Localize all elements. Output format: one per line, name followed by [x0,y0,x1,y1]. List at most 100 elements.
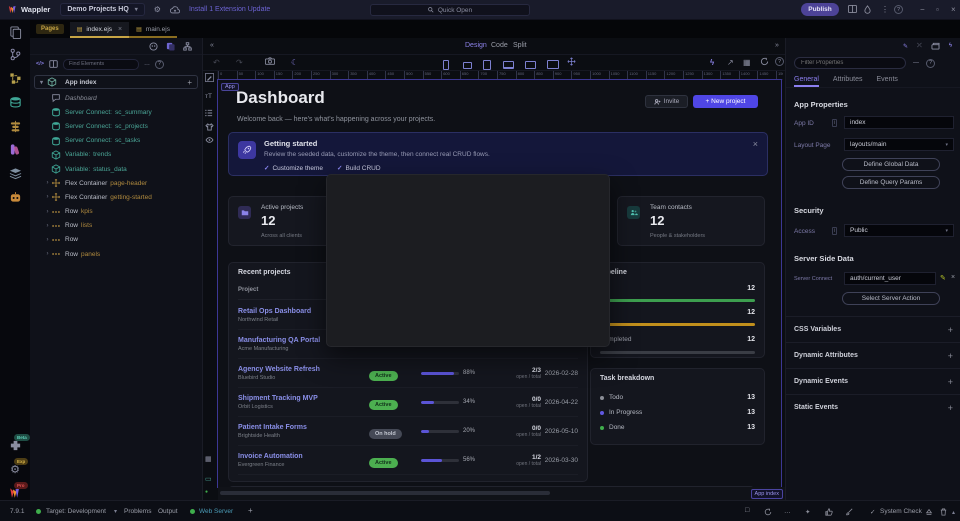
redo-icon[interactable]: ↷ [236,57,243,69]
minimize-icon[interactable]: — [913,60,919,66]
responsive-move-icon[interactable] [567,57,576,66]
check-item[interactable]: ✓Customize theme [264,164,323,172]
ruler-guides-icon[interactable]: ▭ [205,475,212,483]
close-icon[interactable]: × [753,139,758,149]
floating-popup-overlay[interactable] [326,174,610,347]
define-query-params-button[interactable]: Define Query Params [842,176,940,189]
window-close-icon[interactable]: × [951,5,956,15]
expand-plus-icon[interactable]: + [948,377,953,387]
project-row[interactable]: Invoice AutomationEvergreen FinanceActiv… [238,446,578,475]
grid-snap-icon[interactable]: ▦ [205,455,212,463]
stack-panels-icon[interactable] [931,42,940,50]
undo-icon[interactable]: ↶ [213,57,220,69]
quick-open-button[interactable]: Quick Open [370,4,530,16]
kebab-menu-icon[interactable]: ⋮ [881,5,889,15]
window-maximize-icon[interactable]: ▫ [936,5,939,15]
more-menu-icon[interactable]: … [144,61,150,67]
add-panel-icon[interactable]: + [248,506,253,515]
chevron-right-icon[interactable]: › [44,194,51,200]
layout-page-select[interactable]: layouts/main▾ [844,138,954,151]
chevron-right-icon[interactable]: › [44,237,51,243]
publish-button[interactable]: Publish [801,3,839,16]
tree-item[interactable]: ›Rowlists [30,219,202,233]
code-icon[interactable]: </> [36,61,44,67]
eject-icon[interactable] [925,508,933,516]
chevron-right-icon[interactable]: › [44,209,51,215]
device-desktop-icon[interactable] [525,61,536,69]
tree-item[interactable]: Server Connect:sc_summary [30,105,202,119]
project-name[interactable]: Invoice Automation [238,453,369,460]
app-id-input[interactable]: index [844,116,954,129]
edit-code-icon[interactable]: ✎ [903,43,908,50]
edit-pencil-icon[interactable] [205,73,214,82]
tree-item[interactable]: Dashboard [30,91,202,105]
tab-events[interactable]: Events [876,76,897,87]
system-check-label[interactable]: System Check [880,508,922,515]
extension-update-link[interactable]: Install 1 Extension Update [189,6,270,13]
find-elements-input[interactable] [63,59,139,70]
chevron-right-icon[interactable]: › [44,223,51,229]
dynamic-data-bolt-icon[interactable]: ϟ [710,57,714,69]
help-icon[interactable]: ? [894,5,903,14]
theme-shirt-icon[interactable] [205,123,214,131]
git-manager-icon[interactable] [7,46,23,62]
help-icon[interactable]: ? [926,59,935,68]
design-styles-icon[interactable] [7,141,23,157]
preview-eye-icon[interactable] [205,137,214,143]
expand-plus-icon[interactable]: + [948,351,953,361]
project-name[interactable]: Agency Website Refresh [238,366,369,373]
cloud-upload-icon[interactable] [170,6,180,14]
layout-columns-icon[interactable] [848,5,857,13]
page-preview[interactable]: App Dashboard Welcome back — here's what… [218,80,781,487]
section-dynamic-attributes[interactable]: Dynamic Attributes+ [786,342,960,368]
tree-item[interactable]: Server Connect:sc_tasks [30,134,202,148]
expand-plus-icon[interactable]: + [948,403,953,413]
tree-item[interactable]: Server Connect:sc_projects [30,119,202,133]
project-row[interactable]: Patient Intake FormsBrightside HealthOn … [238,417,578,446]
chevron-right-icon[interactable]: › [44,251,51,257]
expand-plus-icon[interactable]: + [948,325,953,335]
target-selector[interactable]: Target: Development [46,508,106,515]
typography-icon[interactable]: ᴛT [205,93,212,100]
reload-icon[interactable] [764,508,772,516]
section-css-variables[interactable]: CSS Variables+ [786,316,960,342]
refresh-icon[interactable] [760,57,769,66]
server-connect-input[interactable]: auth/current_user [844,272,936,285]
access-select[interactable]: Public▾ [844,224,954,237]
tree-item[interactable]: ›Row [30,233,202,247]
ai-helper-icon[interactable] [149,42,158,51]
project-name[interactable]: Patient Intake Forms [238,424,369,431]
chevron-down-icon[interactable]: ▾ [40,79,43,86]
tree-root-app-index[interactable]: ▾ App index + [34,75,198,89]
database-manager-icon[interactable] [7,94,23,110]
expand-right-icon[interactable]: » [775,42,779,49]
tab-index-ejs[interactable]: ▤ index.ejs × [70,22,129,38]
theme-droplet-icon[interactable] [864,5,871,14]
tree-item[interactable]: ›Flex Containergetting-started [30,190,202,204]
project-row[interactable]: Shipment Tracking MVPOrbit LogisticsActi… [238,388,578,417]
server-connect-icon[interactable] [7,118,23,134]
project-name[interactable]: Shipment Tracking MVP [238,395,369,402]
system-check-icon[interactable]: ✓ [870,508,875,516]
copy-structure-icon[interactable] [166,42,175,51]
webserver-button[interactable]: Web Server [199,508,233,515]
clear-icon[interactable]: × [951,274,955,281]
device-phone-landscape-icon[interactable] [463,62,472,69]
section-dynamic-events[interactable]: Dynamic Events+ [786,368,960,394]
stop-icon[interactable]: □ [745,507,749,514]
chevron-right-icon[interactable]: › [44,180,51,186]
output-button[interactable]: Output [158,508,178,515]
dark-mode-moon-icon[interactable]: ☾ [291,57,298,69]
mode-design[interactable]: Design [465,42,487,49]
close-tab-icon[interactable]: × [118,26,122,33]
split-view-icon[interactable] [49,60,58,68]
pages-panel-icon[interactable] [7,24,23,40]
problems-button[interactable]: Problems [124,508,151,515]
tree-item[interactable]: Variable:status_data [30,162,202,176]
dom-tree-icon[interactable] [183,42,192,51]
settings-icon[interactable]: ⚙ [154,5,161,14]
edit-pencil-icon[interactable]: ✎ [940,274,946,282]
window-minimize-icon[interactable]: − [920,5,925,15]
blocks-layers-icon[interactable] [7,165,23,181]
filter-properties-input[interactable] [794,57,906,69]
